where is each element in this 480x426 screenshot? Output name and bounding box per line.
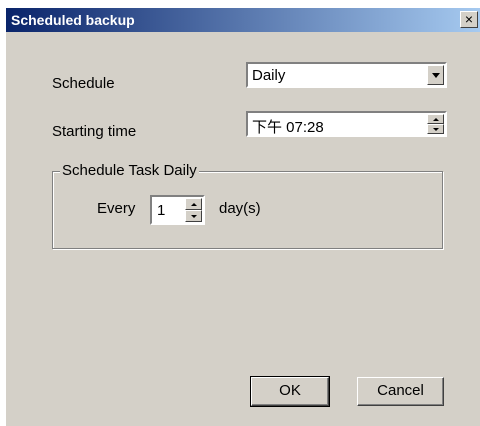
ok-button[interactable]: OK <box>250 376 330 407</box>
arrow-down-icon <box>433 128 439 131</box>
arrow-down-icon <box>191 215 197 218</box>
every-label: Every <box>97 200 136 217</box>
title-bar[interactable]: Scheduled backup × <box>6 8 480 32</box>
starting-time-field[interactable]: 下午 07:28 <box>246 111 447 137</box>
schedule-select-value: Daily <box>252 67 286 84</box>
days-decrement-button[interactable] <box>185 210 202 222</box>
arrow-up-icon <box>433 118 439 121</box>
schedule-select[interactable]: Daily <box>246 62 447 88</box>
groupbox-legend: Schedule Task Daily <box>60 162 199 179</box>
cancel-button[interactable]: Cancel <box>357 377 444 406</box>
close-button[interactable]: × <box>460 11 478 28</box>
chevron-down-icon <box>432 73 440 78</box>
days-increment-button[interactable] <box>185 198 202 210</box>
every-days-value: 1 <box>157 202 166 219</box>
dialog-title: Scheduled backup <box>11 12 135 28</box>
starting-time-value: 下午 07:28 <box>252 119 324 136</box>
every-days-stepper[interactable]: 1 <box>150 195 205 225</box>
schedule-task-groupbox: Schedule Task Daily Every 1 day(s) <box>52 162 443 249</box>
starting-time-label: Starting time <box>52 123 137 140</box>
close-icon: × <box>464 11 474 27</box>
dialog-window: Scheduled backup × Schedule Daily Starti… <box>5 7 480 426</box>
days-unit-label: day(s) <box>219 200 261 217</box>
time-decrement-button[interactable] <box>427 124 444 134</box>
schedule-label: Schedule <box>52 75 115 92</box>
schedule-dropdown-button[interactable] <box>427 65 444 85</box>
arrow-up-icon <box>191 203 197 206</box>
time-increment-button[interactable] <box>427 114 444 124</box>
